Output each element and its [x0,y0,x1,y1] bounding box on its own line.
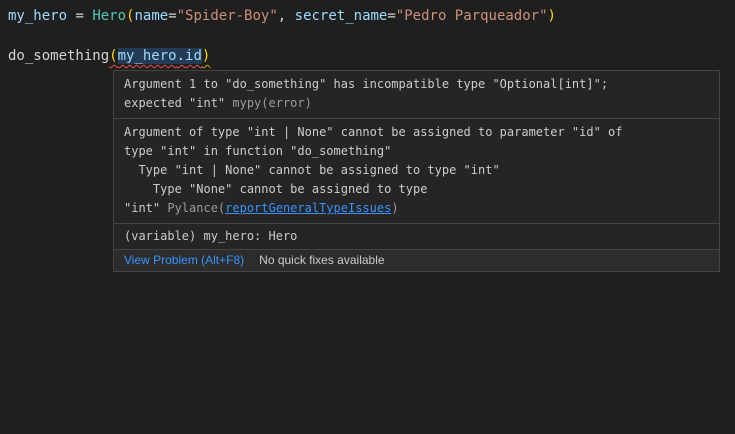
pylance-error-line-4: Type "None" cannot be assigned to type [124,180,709,199]
token-equals: = [67,8,92,24]
token-comma: , [278,8,295,24]
token-close-paren: ) [548,8,556,24]
token-equals: = [387,8,395,24]
pylance-error-line-5: "int" Pylance(reportGeneralTypeIssues) [124,199,709,218]
token-open-paren: ( [109,48,117,64]
token-attribute-id: id [185,48,202,64]
token-kwarg-name: name [134,8,168,24]
token-variable-my-hero: my_hero [8,8,67,24]
token-kwarg-secret-name: secret_name [295,8,388,24]
token-dot: . [177,48,185,64]
no-quick-fixes-label: No quick fixes available [259,253,384,268]
pylance-error-line-1: Argument of type "int | None" cannot be … [124,123,709,142]
code-line-1[interactable]: my_hero = Hero(name="Spider-Boy", secret… [8,6,556,26]
pylance-error-line-2: type "int" in function "do_something" [124,142,709,161]
pylance-source-close: ) [391,201,398,215]
pylance-source-open: Pylance( [167,201,225,215]
pylance-error-section: Argument of type "int | None" cannot be … [114,119,719,224]
token-variable-my-hero: my_hero [118,48,177,64]
token-string-spider-boy: "Spider-Boy" [177,8,278,24]
mypy-error-text: expected "int" [124,96,232,110]
mypy-error-line-2: expected "int" mypy(error) [124,94,709,113]
hover-statusbar: View Problem (Alt+F8) No quick fixes avai… [114,250,719,271]
pylance-error-text: "int" [124,201,167,215]
mypy-source-label: mypy(error) [232,96,311,110]
variable-info-section: (variable) my_hero: Hero [114,224,719,250]
token-equals: = [168,8,176,24]
token-function-do-something: do_something [8,48,109,64]
token-close-paren: ) [202,48,210,64]
mypy-error-line-1: Argument 1 to "do_something" has incompa… [124,75,709,94]
token-class-hero: Hero [92,8,126,24]
error-hover-tooltip: Argument 1 to "do_something" has incompa… [113,70,720,272]
highlighted-expression-my-hero-id[interactable]: my_hero.id [118,48,202,64]
variable-info-text: (variable) my_hero: Hero [124,227,709,246]
mypy-error-section: Argument 1 to "do_something" has incompa… [114,71,719,119]
view-problem-link[interactable]: View Problem (Alt+F8) [124,253,244,268]
pylance-error-line-3: Type "int | None" cannot be assigned to … [124,161,709,180]
token-string-pedro: "Pedro Parqueador" [396,8,548,24]
report-general-type-issues-link[interactable]: reportGeneralTypeIssues [225,201,391,215]
code-line-2[interactable]: do_something(my_hero.id) [8,46,210,66]
